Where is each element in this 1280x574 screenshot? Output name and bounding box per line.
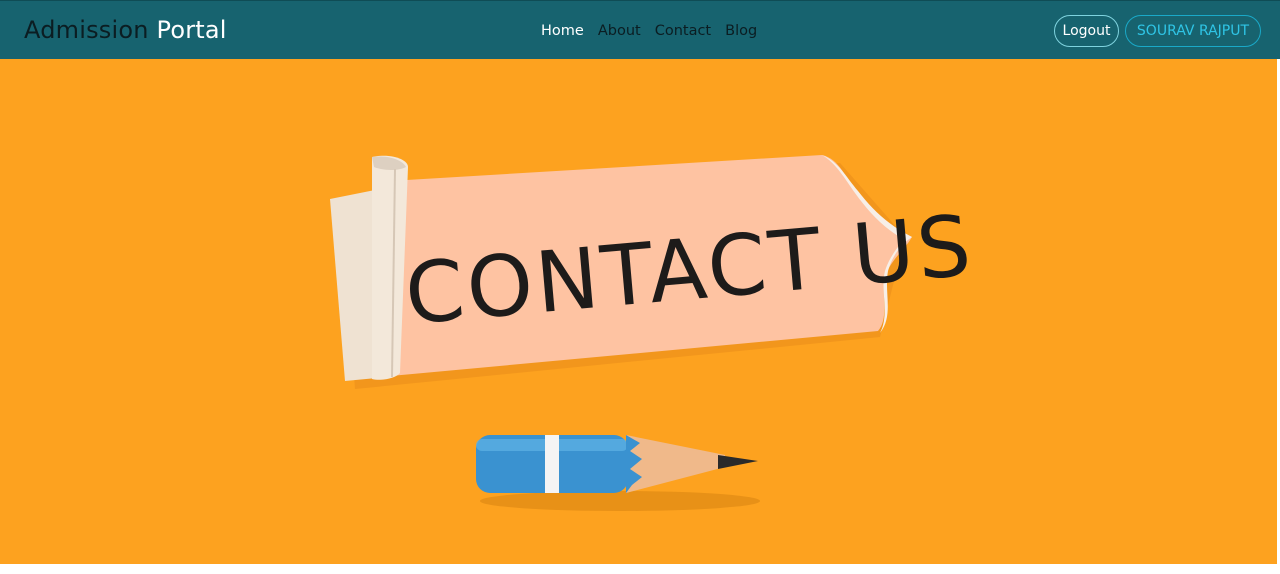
nav-link-home[interactable]: Home [541, 20, 584, 42]
user-profile-button[interactable]: SOURAV RAJPUT [1125, 15, 1261, 47]
nav-link-contact[interactable]: Contact [655, 20, 711, 42]
contact-hero-banner: CONTACT US [0, 59, 1280, 564]
brand-logo[interactable]: Admission Portal [24, 14, 227, 46]
page-bottom [0, 564, 1280, 574]
brand-text-admission: Admission [24, 16, 149, 44]
contact-hero-illustration: CONTACT US [0, 59, 1280, 564]
nav-link-blog[interactable]: Blog [725, 20, 757, 42]
logout-button[interactable]: Logout [1054, 15, 1119, 47]
nav-link-about[interactable]: About [598, 20, 641, 42]
nav-links: Home About Contact Blog [541, 20, 757, 42]
brand-text-portal: Portal [156, 16, 227, 44]
navbar: Admission Portal Home About Contact Blog… [0, 0, 1280, 59]
